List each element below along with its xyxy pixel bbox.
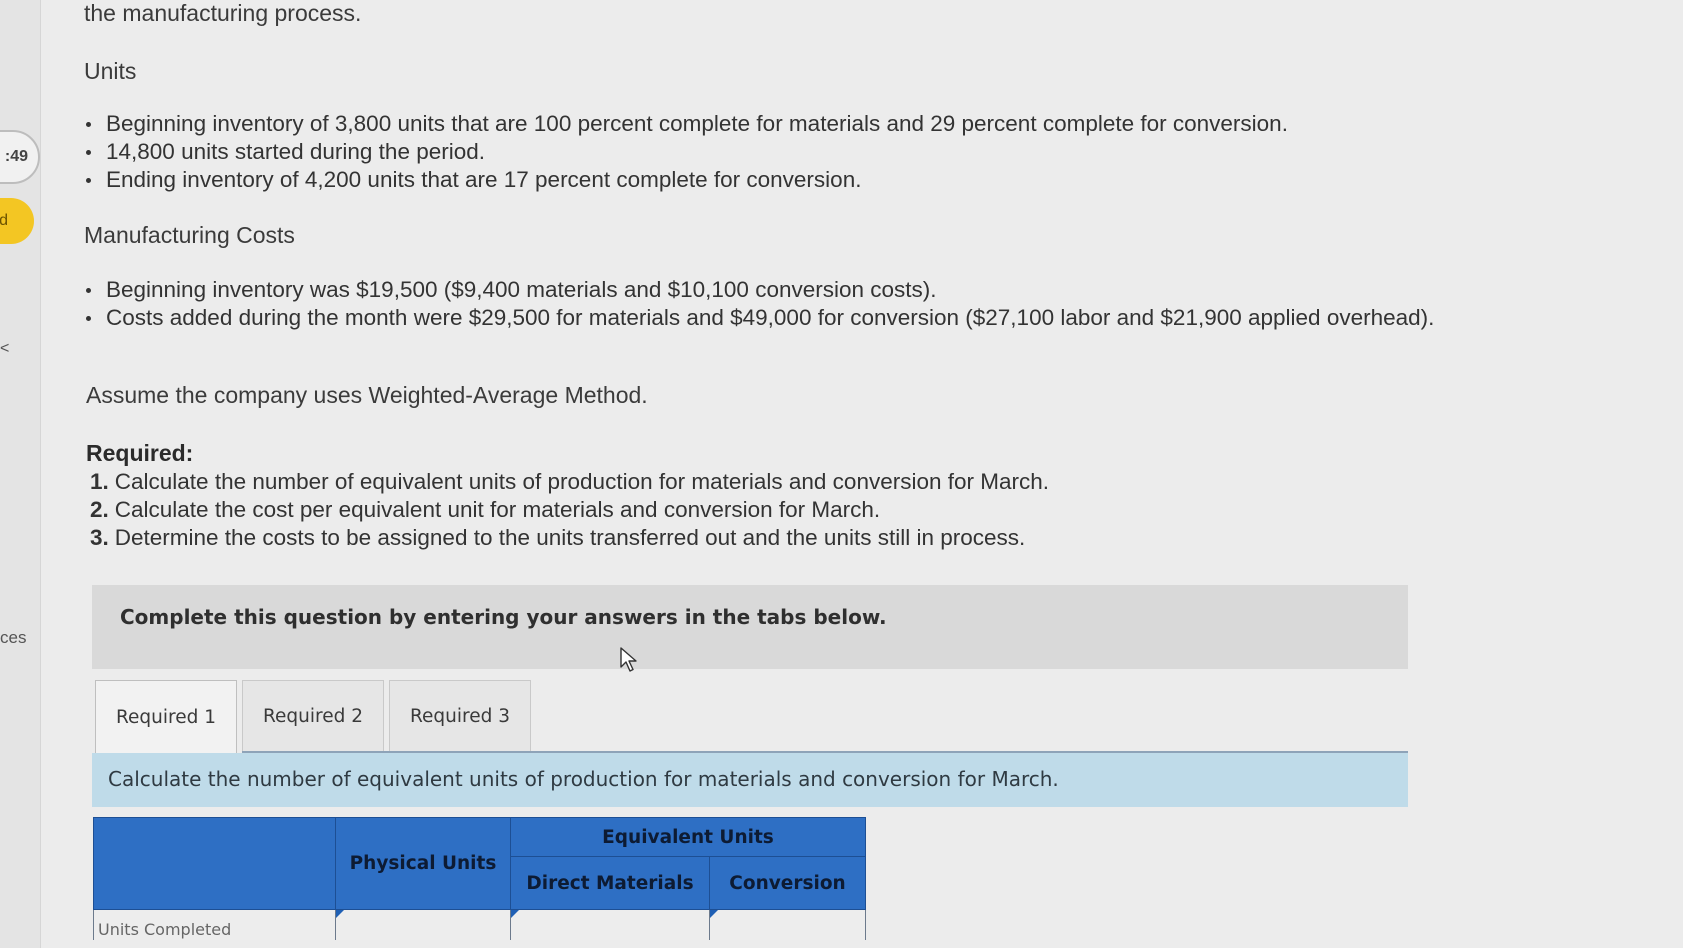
intro-line: the manufacturing process. (84, 0, 362, 26)
table-header-blank (93, 817, 336, 910)
row-label: Units Completed (98, 920, 232, 939)
physical-units-input[interactable] (335, 909, 511, 940)
tab-required-1[interactable]: Required 1 (95, 680, 237, 754)
instructions-banner: Complete this question by entering your … (92, 585, 1408, 669)
direct-materials-input[interactable] (510, 909, 710, 940)
list-number: 2. (90, 497, 109, 522)
tab-required-2[interactable]: Required 2 (242, 680, 384, 752)
costs-list: Beginning inventory was $19,500 ($9,400 … (84, 276, 1486, 332)
table-header-equivalent-units: Equivalent Units (510, 817, 866, 857)
mouse-pointer-icon (620, 647, 637, 672)
list-item: Beginning inventory was $19,500 ($9,400 … (86, 276, 1486, 304)
list-number: 1. (90, 469, 109, 494)
table-header-direct-materials: Direct Materials (510, 856, 710, 910)
input-marker-icon (710, 910, 718, 918)
list-item: 2. Calculate the cost per equivalent unit… (90, 496, 1049, 524)
status-badge-text: d (0, 212, 8, 229)
list-text: Calculate the cost per equivalent unit f… (114, 497, 881, 522)
assumption-text: Assume the company uses Weighted-Average… (86, 382, 648, 408)
row-label-cell: Units Completed (93, 909, 336, 940)
list-item: 14,800 units started during the period. (86, 138, 1288, 166)
list-item: Costs added during the month were $29,50… (86, 304, 1486, 332)
task-instruction-text: Calculate the number of equivalent units… (108, 767, 1059, 791)
task-instruction: Calculate the number of equivalent units… (92, 753, 1408, 807)
costs-heading: Manufacturing Costs (84, 222, 295, 248)
list-text: Calculate the number of equivalent units… (114, 469, 1050, 494)
list-item: 3. Determine the costs to be assigned to … (90, 524, 1049, 552)
table-row: Units Completed (93, 909, 866, 940)
sidebar-collapse-icon[interactable]: < (0, 340, 9, 358)
table-header-conversion: Conversion (709, 856, 866, 910)
required-heading: Required: (86, 440, 194, 466)
list-text: Determine the costs to be assigned to th… (114, 525, 1026, 550)
required-list: 1. Calculate the number of equivalent uni… (90, 468, 1049, 552)
list-item: Ending inventory of 4,200 units that are… (86, 166, 1288, 194)
input-marker-icon (511, 910, 519, 918)
list-item: Beginning inventory of 3,800 units that … (86, 111, 1288, 136)
equivalent-units-table: Physical Units Equivalent Units Direct M… (93, 817, 866, 940)
timer-text: :49 (4, 148, 28, 165)
instructions-text: Complete this question by entering your … (120, 605, 887, 629)
list-item: 1. Calculate the number of equivalent uni… (90, 468, 1049, 496)
tab-bar: Required 1 Required 2 Required 3 (95, 680, 536, 754)
list-number: 3. (90, 525, 109, 550)
sidebar-references-label[interactable]: ces (0, 628, 26, 648)
input-marker-icon (336, 910, 344, 918)
table-header-physical-units: Physical Units (335, 817, 511, 910)
tab-required-3[interactable]: Required 3 (389, 680, 531, 752)
conversion-input[interactable] (709, 909, 866, 940)
units-list: Beginning inventory of 3,800 units that … (84, 110, 1288, 194)
units-heading: Units (84, 58, 137, 84)
